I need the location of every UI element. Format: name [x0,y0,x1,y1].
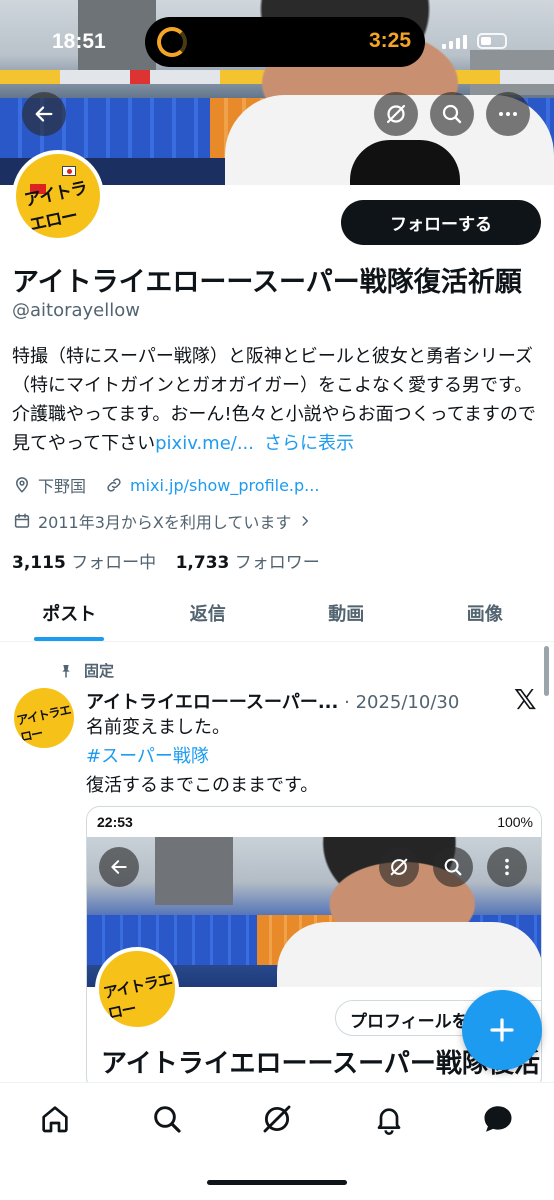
dynamic-island[interactable]: 3:25 [145,17,425,67]
home-indicator [207,1180,347,1185]
follow-button[interactable]: フォローする [341,200,541,245]
timer-ring-icon [157,27,187,57]
embedded-towel [277,922,541,987]
search-icon [442,104,462,124]
tab-images[interactable]: 画像 [416,590,554,641]
followers-link[interactable]: 1,733 フォロワー [176,553,320,573]
profile-avatar[interactable]: アイトラエロー [12,150,104,242]
arrow-left-icon [35,106,53,122]
nav-messages[interactable] [478,1099,518,1139]
bell-icon [377,1108,401,1135]
more-button[interactable] [486,92,530,136]
pinned-indicator: 固定 [58,660,114,681]
banner-shirt [350,140,460,185]
more-horizontal-icon [499,112,517,116]
profile-tabs: ポスト 返信 動画 画像 [0,590,554,642]
status-bar: 18:51 3:25 [0,0,554,80]
embedded-grok-icon [379,847,419,887]
island-timer: 3:25 [368,29,411,52]
post-line-1: 名前変えました。 [86,717,230,738]
show-more-link[interactable]: さらに表示 [264,433,354,454]
search-button[interactable] [430,92,474,136]
nav-grok[interactable] [257,1099,297,1139]
website-link[interactable]: mixi.jp/show_profile.p... [130,476,319,495]
post-body[interactable]: 名前変えました。 #スーパー戦隊 復活するまでこのままです。 [86,713,318,800]
joined-text: 2011年3月からXを利用しています [38,513,292,532]
calendar-icon [12,511,32,531]
joined-row[interactable]: 2011年3月からXを利用しています [12,509,321,533]
post-separator: · [344,692,350,713]
pin-icon [62,664,70,678]
status-time: 18:51 [52,30,106,53]
profile-meta-row: 下野国 mixi.jp/show_profile.p... [12,473,319,497]
embedded-status-bar: 22:53 100% [87,807,541,837]
post-avatar-logo: アイトラエロー [15,702,72,745]
follow-counts: 3,115 フォロー中 1,733 フォロワー [12,548,320,573]
tab-videos[interactable]: 動画 [277,590,416,641]
followers-label: フォロワー [234,553,320,573]
following-link[interactable]: 3,115 フォロー中 [12,553,156,573]
post-header: アイトライエローースーパー... · 2025/10/30 [86,688,459,714]
tab-replies[interactable]: 返信 [139,590,278,641]
back-button[interactable] [22,92,66,136]
home-icon [42,1106,68,1133]
followers-count: 1,733 [175,553,230,573]
embedded-avatar-logo: アイトラエロー [101,970,174,1023]
post-author-avatar[interactable]: アイトラエロー [14,688,74,748]
nav-search[interactable] [147,1099,187,1139]
following-label: フォロー中 [71,553,157,573]
avatar-logo-text: アイトラエロー [22,178,89,236]
embedded-more-icon [487,847,527,887]
embedded-battery: 100% [497,814,533,830]
grok-icon [386,104,406,124]
post-hashtag[interactable]: #スーパー戦隊 [86,742,318,771]
chevron-right-icon [295,511,315,531]
battery-icon [477,33,507,49]
grok-icon [263,1105,291,1133]
x-logo-icon[interactable]: 𝕏 [514,686,542,714]
profile-bio: 特撮（特にスーパー戦隊）と阪神とビールと彼女と勇者シリーズ（特にマイトガインとガ… [12,342,542,458]
location-icon [12,475,32,495]
search-icon [154,1106,181,1133]
display-name: アイトライエローースーパー戦隊復活祈願 [12,267,522,298]
link-icon [104,475,124,495]
post-date[interactable]: 2025/10/30 [356,692,460,713]
embedded-avatar: アイトラエロー [95,947,179,1031]
location-text: 下野国 [38,477,87,496]
user-handle: @aitorayellow [12,300,140,321]
signal-icon [442,33,468,49]
grok-button[interactable] [374,92,418,136]
nav-notifications[interactable] [369,1099,409,1139]
tab-posts[interactable]: ポスト [0,590,139,641]
post-author-name[interactable]: アイトライエローースーパー... [86,692,338,713]
nav-home[interactable] [35,1099,75,1139]
embedded-search-icon [433,847,473,887]
compose-post-button[interactable] [462,990,542,1070]
scrollbar[interactable] [544,646,549,696]
embedded-time: 22:53 [97,814,133,830]
plus-icon [490,1018,514,1042]
chat-bubble-icon [484,1106,512,1132]
post-line-3: 復活するまでこのままです。 [86,775,319,796]
embedded-building [155,837,233,905]
pinned-label: 固定 [84,662,115,680]
embedded-back-icon [99,847,139,887]
following-count: 3,115 [12,553,66,573]
bio-link[interactable]: pixiv.me/... [155,433,254,454]
